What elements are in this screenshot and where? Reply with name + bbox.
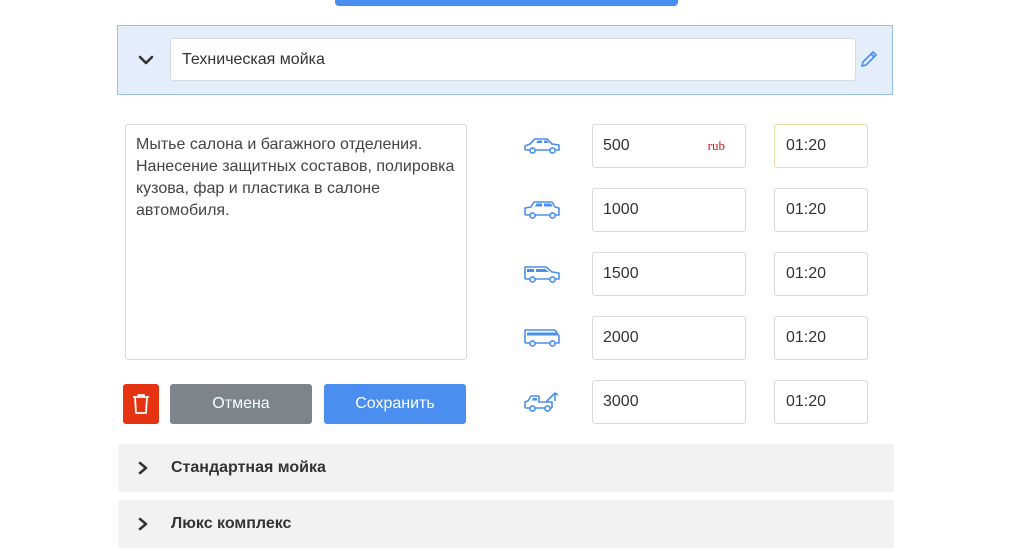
currency-label: rub [707,138,725,153]
price-field[interactable]: 1500 [592,252,746,296]
section-header: Техническая мойка [117,25,893,95]
chevron-right-icon [136,458,150,478]
trash-icon [133,394,149,414]
save-button[interactable]: Сохранить [324,384,466,424]
delete-button[interactable] [123,384,159,424]
section-lux-complex[interactable]: Люкс комплекс [118,500,894,548]
duration-field[interactable]: 01:20 [774,188,868,232]
duration-field[interactable]: 01:20 [774,252,868,296]
section-title-input[interactable]: Техническая мойка [170,38,856,81]
section-title: Стандартная мойка [171,459,326,476]
sedan-car-icon [522,133,562,159]
tow-truck-icon [522,389,562,415]
chevron-down-icon[interactable] [136,50,156,70]
chevron-right-icon [136,514,150,534]
minibus-icon [522,325,562,351]
section-standard-wash[interactable]: Стандартная мойка [118,444,894,492]
suv-car-icon [522,197,562,223]
crossover-car-icon [522,261,562,287]
price-field[interactable]: 1000 [592,188,746,232]
cancel-button[interactable]: Отмена [170,384,312,424]
price-field[interactable]: 3000 [592,380,746,424]
price-field[interactable]: 500 rub [592,124,746,168]
duration-field[interactable]: 01:20 [774,380,868,424]
pencil-icon[interactable] [858,48,880,70]
price-field[interactable]: 2000 [592,316,746,360]
top-action-bar[interactable] [335,0,678,6]
description-textarea[interactable]: Мытье салона и багажного отделения. Нане… [125,124,467,360]
section-title: Люкс комплекс [171,515,292,532]
duration-field[interactable]: 01:20 [774,124,868,168]
duration-field[interactable]: 01:20 [774,316,868,360]
